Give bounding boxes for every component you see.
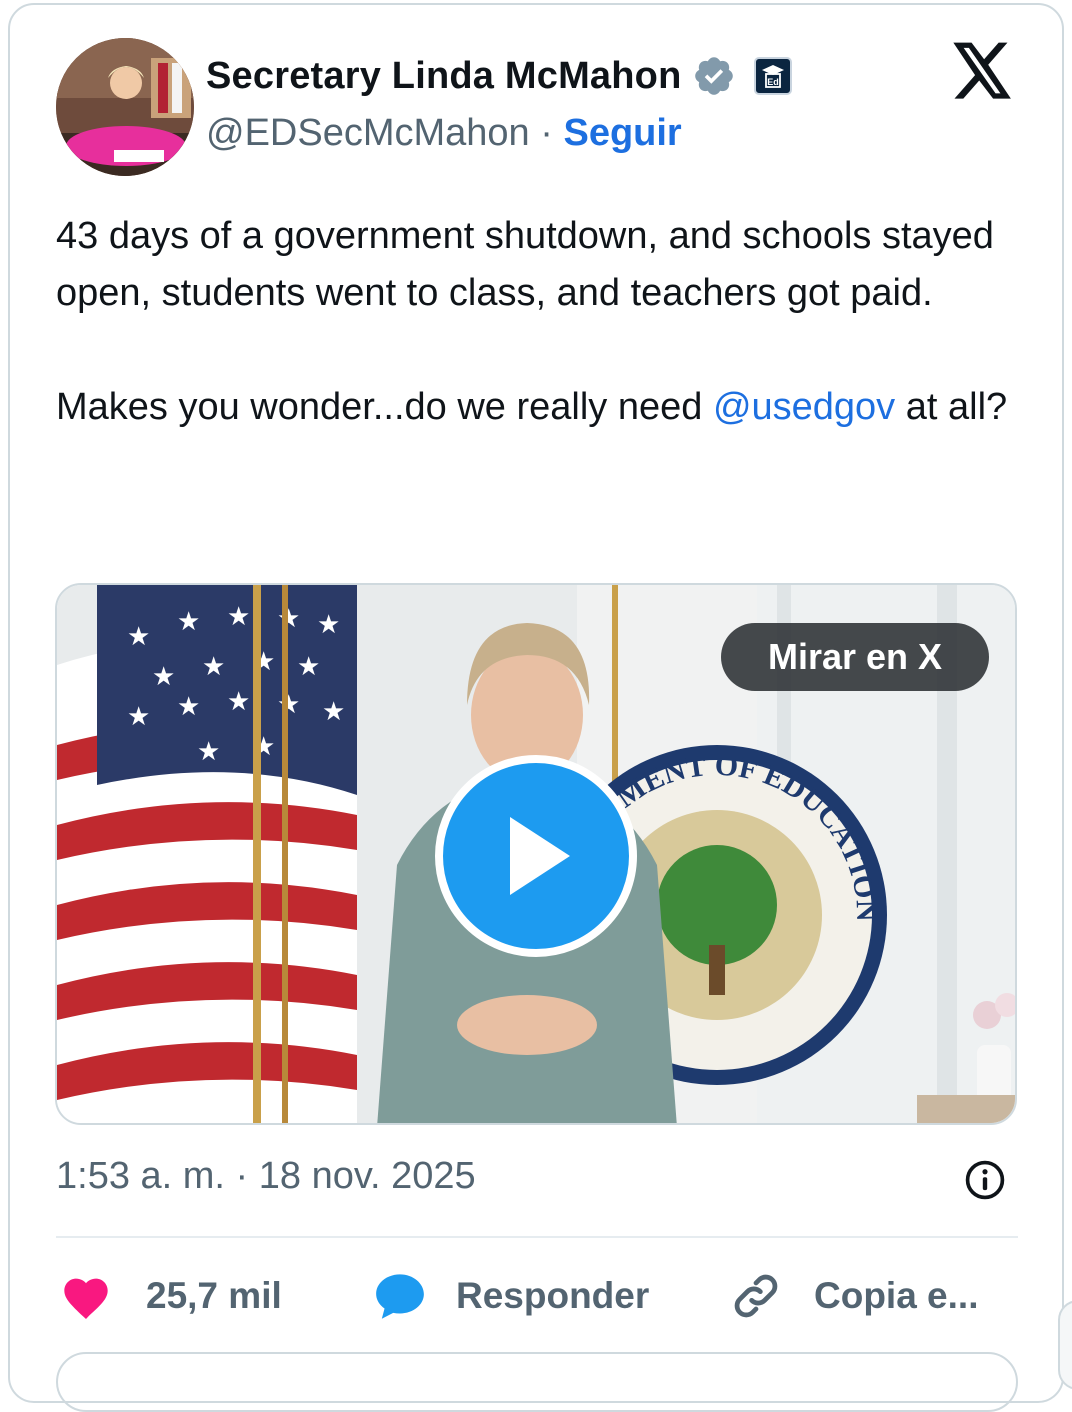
svg-text:★: ★	[277, 689, 300, 719]
svg-text:★: ★	[227, 686, 250, 716]
heart-icon	[64, 1278, 108, 1319]
affiliate-badge-icon[interactable]: Ed	[753, 57, 792, 95]
reply-bubble-icon	[376, 1274, 424, 1319]
video-media[interactable]: ★★★★★ ★★★★ ★★★★★ ★★ DEPARTMENT OF EDUCAT…	[55, 583, 1017, 1125]
tweet-paragraph-2: Makes you wonder...do we really need @us…	[56, 379, 1016, 436]
author-handle-row: @EDSecMcMahon · Seguir	[206, 112, 682, 155]
tweet-timestamp[interactable]: 1:53 a. m. · 18 nov. 2025	[56, 1155, 476, 1198]
author-name-row[interactable]: Secretary Linda McMahon Ed	[206, 52, 792, 100]
tweet-paragraph-2-prefix: Makes you wonder...do we really need	[56, 386, 713, 428]
reply-button[interactable]: Responder	[372, 1266, 649, 1326]
svg-text:★: ★	[322, 696, 345, 726]
copy-link-button[interactable]: Copia e...	[730, 1266, 978, 1326]
verified-badge-icon	[694, 57, 733, 95]
svg-text:★: ★	[177, 691, 200, 721]
svg-text:★: ★	[152, 661, 175, 691]
like-count: 25,7 mil	[146, 1275, 282, 1316]
svg-text:★: ★	[127, 621, 150, 651]
svg-text:★: ★	[177, 606, 200, 636]
svg-text:★: ★	[202, 651, 225, 681]
author-handle[interactable]: @EDSecMcMahon	[206, 112, 530, 154]
info-icon[interactable]	[963, 1158, 1007, 1202]
affiliate-badge-text: Ed	[767, 77, 779, 87]
reply-label: Responder	[456, 1275, 650, 1316]
read-replies-button[interactable]	[56, 1352, 1018, 1412]
svg-text:★: ★	[277, 603, 300, 633]
link-icon	[734, 1274, 778, 1318]
svg-text:★: ★	[297, 651, 320, 681]
x-logo-icon[interactable]	[950, 42, 1014, 102]
svg-text:★: ★	[317, 609, 340, 639]
svg-text:★: ★	[227, 601, 250, 631]
svg-text:★: ★	[127, 701, 150, 731]
avatar[interactable]	[56, 38, 194, 176]
play-icon	[510, 817, 570, 895]
mention-link[interactable]: @usedgov	[713, 386, 895, 428]
handle-separator: ·	[529, 112, 564, 154]
divider	[56, 1236, 1018, 1238]
play-button[interactable]	[435, 755, 637, 957]
tweet-paragraph-1: 43 days of a government shutdown, and sc…	[56, 215, 994, 314]
scroll-handle[interactable]	[1058, 1300, 1072, 1390]
svg-text:★: ★	[197, 736, 220, 766]
follow-button[interactable]: Seguir	[563, 112, 681, 154]
author-name[interactable]: Secretary Linda McMahon	[206, 55, 682, 98]
like-button[interactable]: 25,7 mil	[60, 1266, 282, 1326]
tweet-paragraph-2-suffix: at all?	[895, 386, 1008, 428]
tweet-text: 43 days of a government shutdown, and sc…	[56, 208, 1046, 436]
copy-link-label: Copia e...	[814, 1275, 979, 1316]
watch-on-x-button[interactable]: Mirar en X	[721, 623, 989, 691]
